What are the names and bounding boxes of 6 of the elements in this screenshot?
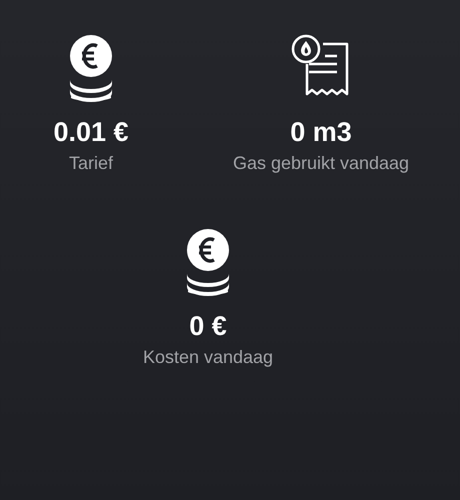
value-text: 0.01 € <box>53 116 129 148</box>
label-text: Gas gebruikt vandaag <box>232 152 410 174</box>
label-text: Tarief <box>68 152 113 174</box>
value-text: 0 m3 <box>290 116 352 148</box>
value-text: 0 € <box>189 310 227 342</box>
label-text: Kosten vandaag <box>142 346 274 368</box>
